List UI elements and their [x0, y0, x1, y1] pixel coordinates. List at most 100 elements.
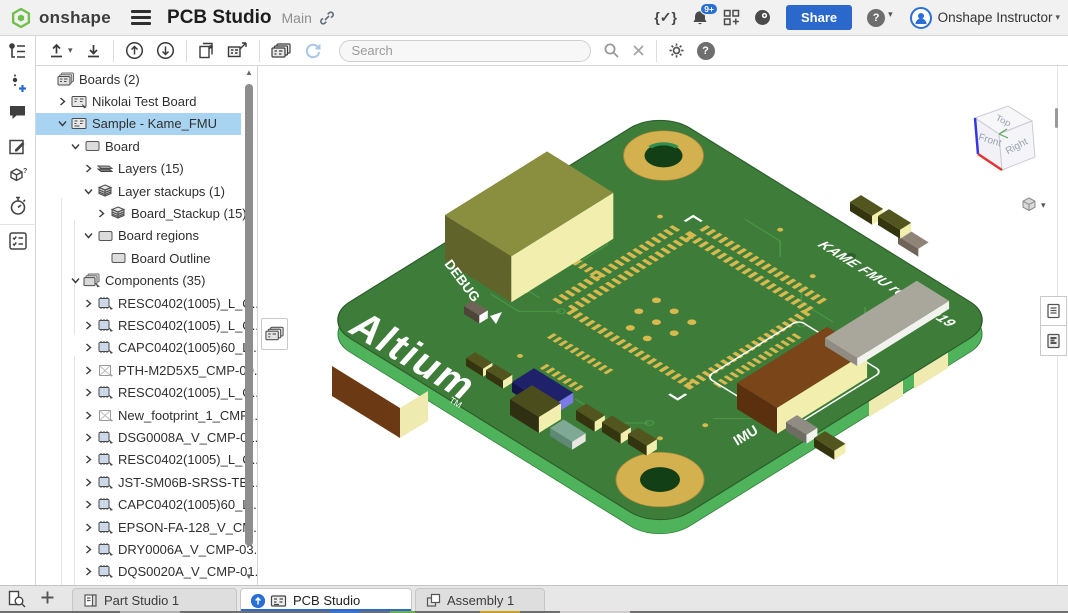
refresh-button-disabled[interactable]	[299, 38, 327, 64]
tree-row[interactable]: RESC0402(1005)_L_C...	[36, 449, 241, 471]
main-menu-icon[interactable]	[131, 10, 151, 25]
chevron-right-icon[interactable]	[81, 567, 95, 576]
chevron-right-icon[interactable]	[81, 366, 95, 375]
tree-row[interactable]: Board	[36, 135, 241, 157]
scroll-up-icon[interactable]: ▲	[243, 68, 255, 77]
tree-row-label: DQS0020A_V_CMP-01...	[118, 564, 258, 579]
search-input[interactable]	[339, 40, 591, 62]
chevron-right-icon[interactable]	[94, 209, 108, 218]
tree-row[interactable]: New_footprint_1_CMP...	[36, 404, 241, 426]
tree-row[interactable]: Board regions	[36, 225, 241, 247]
tree-row[interactable]: DSG0008A_V_CMP-01...	[36, 426, 241, 448]
tree-row[interactable]: DRY0006A_V_CMP-03...	[36, 538, 241, 560]
download-button[interactable]	[81, 38, 106, 64]
chevron-right-icon[interactable]	[81, 455, 95, 464]
link-icon[interactable]	[319, 10, 335, 26]
part-help-cube-icon[interactable]: ?	[8, 166, 28, 186]
chevron-right-icon[interactable]	[81, 478, 95, 487]
tree-row[interactable]: RESC0402(1005)_L_C...	[36, 381, 241, 403]
tree-row[interactable]: PTH-M2D5X5_CMP-00...	[36, 359, 241, 381]
upload-button[interactable]: ▾	[44, 38, 77, 64]
notes-panel-button[interactable]	[1040, 296, 1067, 326]
tree-row[interactable]: CAPC0402(1005)60_L...	[36, 493, 241, 515]
chevron-right-icon[interactable]	[81, 433, 95, 442]
chevron-right-icon[interactable]	[55, 97, 69, 106]
tree-row[interactable]: Boards (2)	[36, 68, 241, 90]
avatar[interactable]	[910, 7, 932, 29]
chevron-right-icon[interactable]	[81, 500, 95, 509]
layers-panel-button[interactable]	[1040, 326, 1067, 356]
search-icon[interactable]	[599, 38, 624, 64]
tree-row[interactable]: DQS0020A_V_CMP-01...	[36, 561, 241, 583]
user-menu-caret-icon[interactable]: ▾	[1055, 12, 1060, 23]
tab-part-studio-1[interactable]: Part Studio 1	[72, 588, 237, 612]
chevron-right-icon[interactable]	[81, 164, 95, 173]
tree-row[interactable]: EPSON-FA-128_V_CM...	[36, 516, 241, 538]
chevron-down-icon[interactable]	[68, 142, 82, 151]
tree-row[interactable]: CAPC0402(1005)60_L...	[36, 337, 241, 359]
onshape-logo[interactable]: onshape	[10, 7, 111, 29]
chevron-down-icon[interactable]	[81, 187, 95, 196]
push-to-document-button[interactable]	[121, 38, 148, 64]
checklist-icon[interactable]	[8, 231, 28, 251]
featurescript-icon[interactable]: {✓}	[654, 9, 677, 26]
chevron-right-icon[interactable]	[81, 388, 95, 397]
upload-menu-caret-icon[interactable]: ▾	[68, 45, 73, 56]
tree-row[interactable]: RESC0402(1005)_L_C...	[36, 292, 241, 314]
chevron-right-icon[interactable]	[81, 523, 95, 532]
right-scroll-thumb[interactable]	[1055, 108, 1058, 128]
viewport-3d[interactable]: KAME FMU rev.2 2019 Altium TM DEBUG IMU	[258, 66, 1068, 585]
notification-badge: 9+	[700, 3, 718, 16]
tree-row[interactable]: Components (35)	[36, 270, 241, 292]
chevron-right-icon[interactable]	[81, 299, 95, 308]
learning-center-icon[interactable]	[754, 9, 771, 26]
tree-row[interactable]: Nikolai Test Board	[36, 90, 241, 112]
tree-row[interactable]: Layers (15)	[36, 158, 241, 180]
clear-search-icon[interactable]	[628, 38, 649, 64]
insert-item-icon[interactable]	[8, 73, 28, 93]
toolbar-help-icon[interactable]: ?	[693, 38, 719, 64]
view-cube[interactable]: Top Front Right	[975, 106, 1035, 170]
boards-manager-button[interactable]	[267, 38, 295, 64]
tree-row[interactable]: RESC0402(1005)_L_C...	[36, 314, 241, 336]
share-button[interactable]: Share	[786, 5, 852, 30]
pull-from-document-button[interactable]	[152, 38, 179, 64]
tree-row[interactable]: JST-SM06B-SRSS-TB...	[36, 471, 241, 493]
comments-icon[interactable]	[8, 104, 28, 124]
tree-row[interactable]: Board Outline	[36, 247, 241, 269]
chevron-right-icon[interactable]	[81, 545, 95, 554]
chevron-down-icon[interactable]	[68, 276, 82, 285]
history-stopwatch-icon[interactable]	[8, 196, 28, 216]
chevron-right-icon[interactable]	[81, 343, 95, 352]
tree-scrollbar[interactable]: ▲ ▼	[243, 68, 255, 581]
notes-edit-icon[interactable]	[8, 138, 28, 158]
tab-label: Assembly 1	[447, 593, 514, 608]
chevron-down-icon[interactable]	[55, 119, 69, 128]
chevron-down-icon[interactable]	[81, 231, 95, 240]
export-board-button[interactable]	[223, 38, 252, 64]
tree-row[interactable]: Sample - Kame_FMU	[36, 113, 241, 135]
scroll-down-icon[interactable]: ▼	[243, 572, 255, 581]
help-menu[interactable]: ? ▾	[867, 9, 893, 27]
tab-pcb-studio[interactable]: PCB Studio	[240, 588, 412, 612]
collapsed-boards-panel-tab[interactable]	[261, 318, 288, 350]
tree-row-label: CAPC0402(1005)60_L...	[118, 497, 258, 512]
tree-row[interactable]: Layer stackups (1)	[36, 180, 241, 202]
settings-gear-icon[interactable]	[664, 38, 689, 64]
feature-list-icon[interactable]	[8, 42, 28, 62]
workspace-name[interactable]: Main	[282, 10, 312, 26]
notifications-bell-icon[interactable]: 9+	[691, 9, 709, 27]
view-options-button[interactable]: ▾	[1020, 196, 1046, 214]
scrollbar-thumb[interactable]	[245, 84, 253, 546]
tree-row[interactable]: Board_Stackup (15)	[36, 202, 241, 224]
tab-assembly-1[interactable]: Assembly 1	[415, 588, 545, 612]
app-store-icon[interactable]	[723, 9, 740, 26]
copy-board-button[interactable]	[194, 38, 219, 64]
user-name[interactable]: Onshape Instructor	[938, 10, 1053, 25]
add-tab-button[interactable]	[40, 590, 55, 610]
chevron-right-icon[interactable]	[81, 411, 95, 420]
search-tabs-icon[interactable]	[8, 590, 26, 613]
feature-tree-panel: Boards (2)Nikolai Test BoardSample - Kam…	[36, 66, 258, 585]
assembly-icon	[426, 593, 441, 608]
chevron-right-icon[interactable]	[81, 321, 95, 330]
